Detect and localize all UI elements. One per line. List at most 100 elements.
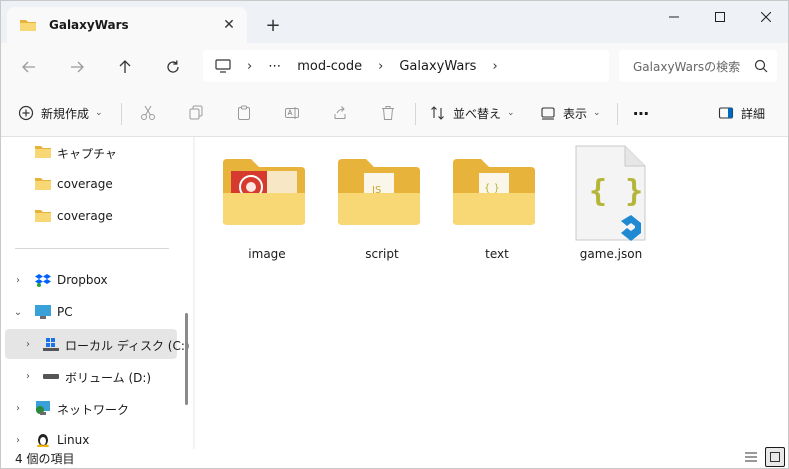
folder-icon [35, 145, 51, 159]
nav-label: PC [57, 305, 73, 319]
nav-label: Dropbox [57, 273, 108, 287]
copy-icon[interactable] [182, 99, 210, 127]
search-box[interactable]: GalaxyWarsの検索 [619, 50, 777, 82]
json-file-icon: { } [575, 145, 647, 244]
nav-divider [15, 248, 169, 249]
new-button[interactable]: 新規作成 ⌄ [17, 99, 103, 127]
file-item-image-folder[interactable]: image [217, 143, 317, 263]
linux-penguin-icon [35, 431, 51, 448]
chevron-right-icon[interactable]: › [11, 433, 25, 447]
nav-label: Linux [57, 433, 90, 447]
details-button[interactable]: 詳細 [717, 99, 765, 127]
details-view-icon[interactable] [741, 447, 761, 467]
file-name: text [485, 247, 509, 261]
nav-item-dropbox[interactable]: › Dropbox [1, 265, 193, 295]
file-name: script [365, 247, 399, 261]
explorer-window: GalaxyWars ✕ + › ⋯ mod-code › GalaxyWars… [0, 0, 789, 469]
nav-item-local-disk-c[interactable]: › ローカル ディスク (C:) [5, 329, 190, 359]
nav-item-volume-d[interactable]: › ボリューム (D:) [1, 361, 193, 391]
folder-icon: { } [451, 157, 537, 230]
nav-label: ボリューム (D:) [65, 371, 152, 385]
file-item-script-folder[interactable]: JS script [332, 143, 432, 263]
file-list: image JS script { } text {} game.json [195, 137, 788, 449]
plus-circle-icon [17, 99, 35, 127]
breadcrumb-separator[interactable]: › [247, 59, 252, 74]
delete-icon[interactable] [374, 99, 402, 127]
nav-label: ネットワーク [57, 403, 130, 417]
forward-icon[interactable] [61, 51, 93, 83]
new-button-label: 新規作成 [41, 106, 90, 121]
nav-item-coverage[interactable]: coverage [1, 201, 193, 231]
breadcrumb-more[interactable]: ⋯ [268, 59, 281, 74]
new-tab-button[interactable]: + [259, 11, 287, 39]
pc-icon [35, 305, 51, 319]
nav-item-pc[interactable]: ⌄ PC [1, 297, 193, 327]
details-pane-icon [717, 99, 735, 127]
folder-icon [19, 18, 37, 32]
back-icon[interactable] [13, 51, 45, 83]
nav-item-network[interactable]: › ネットワーク [1, 393, 193, 423]
navigation-pane: キャプチャ coverage coverage › Dropbox ⌄ PC ›… [1, 137, 193, 449]
view-label: 表示 [563, 106, 588, 121]
chevron-right-icon[interactable]: › [11, 273, 25, 287]
command-bar: 新規作成 ⌄ 並べ替え ⌄ 表示 ⌄ ⋯ 詳細 [1, 89, 788, 137]
up-icon[interactable] [109, 51, 141, 83]
tab-galaxywars[interactable]: GalaxyWars ✕ [7, 7, 247, 43]
drive-icon [43, 337, 59, 351]
file-name: image [248, 247, 286, 261]
cut-icon[interactable] [134, 99, 162, 127]
network-icon [35, 401, 51, 415]
share-icon[interactable] [326, 99, 354, 127]
toolbar-divider [415, 103, 416, 125]
dropbox-icon [35, 273, 51, 287]
nav-scrollbar[interactable] [185, 313, 188, 405]
file-name: game.json [579, 247, 643, 261]
paste-icon[interactable] [230, 99, 258, 127]
status-bar: 4 個の項目 [1, 447, 788, 468]
nav-item-coverage[interactable]: coverage [1, 169, 193, 199]
sort-icon [429, 99, 447, 127]
toolbar-divider [121, 103, 122, 125]
file-item-game-json[interactable]: { } game.json [561, 143, 661, 263]
item-count: 4 個の項目 [15, 452, 75, 466]
folder-icon: JS [336, 157, 422, 230]
nav-label: coverage [57, 177, 113, 191]
address-row: › ⋯ mod-code › GalaxyWars › GalaxyWarsの検… [1, 43, 788, 89]
tiles-view-icon[interactable] [765, 447, 785, 467]
view-button[interactable]: 表示 ⌄ [539, 99, 601, 127]
file-item-text-folder[interactable]: { } text [447, 143, 547, 263]
svg-text:{ }: { } [589, 174, 643, 209]
breadcrumb-galaxywars[interactable]: GalaxyWars [399, 59, 476, 74]
folder-icon [221, 157, 307, 230]
chevron-right-icon[interactable]: › [21, 337, 35, 351]
search-input[interactable]: GalaxyWarsの検索 [633, 58, 740, 75]
search-icon[interactable] [753, 58, 769, 74]
close-window-icon[interactable] [743, 1, 788, 33]
view-icon [539, 99, 557, 127]
computer-icon [215, 59, 231, 73]
toolbar-divider [617, 103, 618, 125]
minimize-icon[interactable] [651, 1, 697, 33]
chevron-down-icon: ⌄ [507, 108, 515, 118]
address-bar[interactable]: › ⋯ mod-code › GalaxyWars › [203, 50, 609, 82]
folder-icon [35, 209, 51, 223]
breadcrumb-separator[interactable]: › [378, 59, 383, 74]
tab-bar: GalaxyWars ✕ + [1, 1, 788, 43]
refresh-icon[interactable] [157, 51, 189, 83]
rename-icon[interactable] [278, 99, 306, 127]
sort-button[interactable]: 並べ替え ⌄ [429, 99, 515, 127]
chevron-right-icon[interactable]: › [11, 401, 25, 415]
more-options-button[interactable]: ⋯ [633, 99, 649, 127]
breadcrumb-mod-code[interactable]: mod-code [297, 59, 362, 74]
svg-text:{ }: { } [484, 183, 500, 194]
breadcrumb-separator[interactable]: › [492, 59, 497, 74]
nav-label: キャプチャ [57, 147, 117, 161]
close-tab-icon[interactable]: ✕ [215, 11, 243, 39]
maximize-icon[interactable] [697, 1, 743, 33]
chevron-down-icon[interactable]: ⌄ [11, 305, 25, 319]
nav-label: ローカル ディスク (C:) [65, 339, 190, 353]
nav-item-capture[interactable]: キャプチャ [1, 137, 193, 167]
nav-item-linux[interactable]: › Linux [1, 425, 193, 449]
nav-label: coverage [57, 209, 113, 223]
chevron-right-icon[interactable]: › [21, 369, 35, 383]
